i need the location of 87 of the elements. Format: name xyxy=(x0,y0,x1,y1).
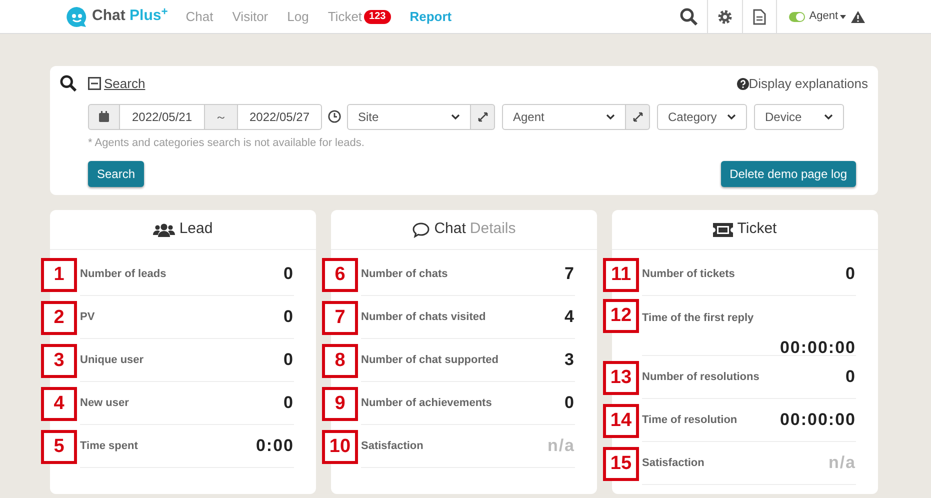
stat-value: 00:00:00 xyxy=(778,340,856,356)
delete-log-button[interactable]: Delete demo page log xyxy=(720,161,856,187)
help-icon[interactable] xyxy=(736,78,749,90)
annotation-number: 5 xyxy=(41,430,77,464)
stat-value: n/a xyxy=(828,452,856,474)
range-separator: ～ xyxy=(204,104,238,130)
stat-value: 3 xyxy=(564,349,575,372)
logo-text: Chat Plus$^{+}$ xyxy=(92,5,168,26)
stat-label: Time spent xyxy=(80,438,138,454)
stat-label: Number of chat supported xyxy=(361,352,499,368)
stat-value: 0:00 xyxy=(256,435,294,458)
card-title: Ticket xyxy=(737,219,777,240)
annotation-number: 3 xyxy=(41,344,77,378)
warning-icon[interactable] xyxy=(851,10,865,22)
annotation-number: 9 xyxy=(322,387,358,421)
stat-label: New user xyxy=(80,396,129,411)
annotation-number: 1 xyxy=(41,258,77,292)
search-note: * Agents and categories search is not available for leads. xyxy=(88,136,366,150)
stat-value: 0 xyxy=(284,349,294,372)
expand-icon xyxy=(632,112,642,122)
search-icon xyxy=(60,75,77,92)
stat-value: 0 xyxy=(846,366,856,388)
start-date-field[interactable]: 2022/05/21 xyxy=(120,104,204,130)
stat-value: 0 xyxy=(846,263,856,286)
settings-icon[interactable] xyxy=(717,8,734,24)
stat-value: 4 xyxy=(564,306,575,328)
annotation-number: 11 xyxy=(603,258,639,292)
collapse-icon[interactable] xyxy=(88,77,101,90)
stat-label: Number of achievements xyxy=(361,396,492,411)
expand-icon xyxy=(478,112,488,122)
annotation-number: 6 xyxy=(322,258,358,292)
stat-label: Number of tickets xyxy=(642,266,735,282)
stat-value: 00:00:00 xyxy=(780,409,856,432)
stat-label: Satisfaction xyxy=(642,456,704,471)
annotation-number: 14 xyxy=(603,404,639,438)
card-title: Chat xyxy=(434,219,466,240)
chevron-icon xyxy=(606,114,615,120)
caret-icon xyxy=(840,14,846,18)
ticket-icon xyxy=(713,222,734,236)
filter-dropdown[interactable]: Site xyxy=(347,104,471,130)
help-link[interactable]: Display explanations xyxy=(748,74,868,94)
stat-label: Time of the first reply xyxy=(642,311,755,326)
count-badge: 123 xyxy=(364,10,391,24)
annotation-number: 2 xyxy=(41,301,77,335)
card-subtitle: Details xyxy=(470,219,516,240)
expand-button[interactable] xyxy=(626,104,650,130)
annotation-number: 15 xyxy=(603,447,639,481)
annotation-number: 7 xyxy=(322,301,358,335)
stat-label: PV xyxy=(80,310,95,325)
stat-label: Satisfaction xyxy=(361,438,424,454)
stat-value: 7 xyxy=(564,263,575,286)
annotation-number: 13 xyxy=(603,361,639,395)
stat-value: 0 xyxy=(284,392,294,414)
search-toggle-link[interactable]: Search xyxy=(104,74,146,94)
annotation-number: 4 xyxy=(41,387,77,421)
search-icon[interactable] xyxy=(680,8,698,26)
calendar-icon xyxy=(99,111,109,122)
logo-icon xyxy=(66,6,88,28)
stat-label: Number of chats xyxy=(361,266,448,282)
annotation-number: 10 xyxy=(322,430,358,464)
search-button[interactable]: Search xyxy=(88,161,144,187)
stat-label: Time of resolution xyxy=(642,412,738,428)
filter-dropdown[interactable]: Agent xyxy=(502,104,626,130)
end-date-field[interactable]: 2022/05/27 xyxy=(238,104,322,130)
chevron-icon xyxy=(824,114,833,120)
stat-label: Number of resolutions xyxy=(642,370,760,385)
expand-button[interactable] xyxy=(471,104,495,130)
filter-dropdown[interactable]: Device xyxy=(754,104,844,130)
document-icon[interactable] xyxy=(753,8,766,24)
card-title: Lead xyxy=(179,219,213,240)
clock-icon xyxy=(328,110,341,123)
annotation-number: 12 xyxy=(603,299,639,333)
stat-value: n/a xyxy=(547,435,575,458)
chevron-icon xyxy=(727,114,736,120)
filter-dropdown[interactable]: Category xyxy=(657,104,747,130)
annotation-number: 8 xyxy=(322,344,358,378)
users-icon xyxy=(153,222,176,236)
status-toggle[interactable] xyxy=(789,12,806,22)
stat-label: Number of chats visited xyxy=(361,310,486,325)
stat-value: 0 xyxy=(284,306,294,328)
chevron-icon xyxy=(451,114,460,120)
stat-label: Number of leads xyxy=(80,266,166,282)
stat-value: 0 xyxy=(564,392,575,414)
agent-menu[interactable]: Agent xyxy=(809,8,838,25)
stat-value: 0 xyxy=(284,263,294,286)
stat-label: Unique user xyxy=(80,352,144,368)
speech-bubble-icon xyxy=(412,222,430,238)
